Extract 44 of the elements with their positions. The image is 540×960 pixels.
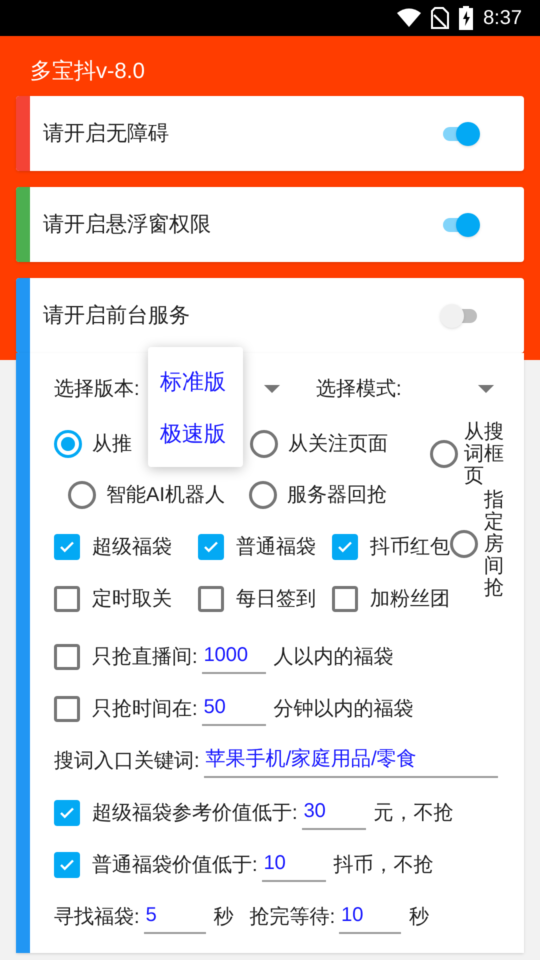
number-field[interactable]: 5 [144, 900, 206, 934]
permission-label: 请开启悬浮窗权限 [43, 212, 212, 238]
field-label: 超级福袋参考价值低于: [92, 801, 298, 826]
unit-label: 秒 [214, 905, 234, 930]
radio-label: 从搜词框页 [464, 421, 504, 487]
number-field[interactable]: 10 [262, 848, 326, 882]
number-field[interactable]: 30 [302, 796, 366, 830]
field-label: 搜词入口关键词: [54, 749, 200, 774]
permission-card[interactable]: 请开启悬浮窗权限 [16, 187, 524, 262]
number-field[interactable]: 50 [202, 692, 266, 726]
unit-label: 抖币，不抢 [334, 853, 434, 878]
number-field[interactable]: 1000 [202, 640, 266, 674]
mode-dropdown-label[interactable]: 选择模式: [316, 374, 402, 404]
checkbox-label: 定时取关 [92, 587, 172, 612]
radio-label: 服务器回抢 [286, 483, 387, 508]
menu-item[interactable]: 极速版 [148, 407, 243, 459]
permission-card[interactable]: 请开启无障碍 [16, 96, 524, 171]
permission-label: 请开启无障碍 [43, 120, 170, 147]
unit-label: 秒 [409, 905, 430, 930]
checkbox-label: 每日签到 [236, 587, 316, 612]
checkbox-label: 抖币红包 [370, 535, 450, 560]
field-label: 只抢直播间: [92, 645, 198, 670]
field-label: 寻找福袋: [54, 905, 140, 930]
app-title: 多宝抖v-8.0 [29, 57, 146, 85]
radio-label: 指定房间抢 [484, 489, 504, 599]
number-field[interactable]: 10 [339, 900, 402, 934]
checkbox-label: 超级福袋 [92, 535, 172, 560]
permission-card[interactable]: 请开启前台服务 [16, 278, 524, 353]
checkbox-label: 普通福袋 [236, 535, 316, 560]
field-label: 只抢时间在: [92, 697, 198, 722]
field-label: 普通福袋价值低于: [92, 853, 258, 878]
radio-label: 从关注页面 [288, 432, 388, 457]
unit-label: 元，不抢 [374, 801, 454, 826]
version-dropdown-label[interactable]: 选择版本: [54, 374, 140, 404]
checkbox-label: 加粉丝团 [370, 587, 450, 612]
radio-label: 智能AI机器人 [106, 483, 225, 508]
unit-label: 人以内的福袋 [274, 645, 394, 670]
unit-label: 分钟以内的福袋 [274, 697, 414, 722]
permission-label: 请开启前台服务 [43, 302, 191, 329]
keyword-field[interactable]: 苹果手机/家庭用品/零食 [204, 744, 498, 778]
radio-label: 从推 [92, 432, 132, 457]
clock: 8:37 [483, 6, 522, 31]
menu-item[interactable]: 标准版 [148, 355, 243, 407]
field-label: 抢完等待: [250, 905, 336, 930]
